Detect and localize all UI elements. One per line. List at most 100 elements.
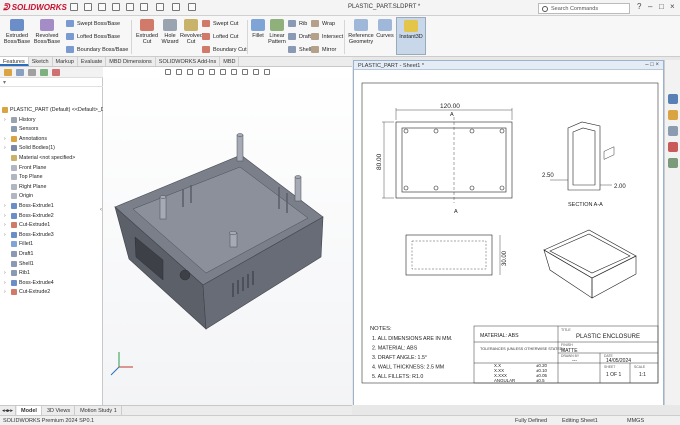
dim-width[interactable]: 120.00 (440, 103, 460, 110)
tree-item[interactable]: › Boss-Extrude4 (4, 278, 54, 287)
tab-mbd-dimensions[interactable]: MBD Dimensions (106, 57, 156, 66)
tree-item[interactable]: › Cut-Extrude1 (4, 221, 50, 230)
draft-button[interactable]: Draft (288, 33, 311, 40)
shell-button[interactable]: Shell (288, 46, 311, 53)
help-icon[interactable]: ? (637, 2, 641, 11)
expand-chevron-icon[interactable]: › (4, 117, 9, 123)
drawing-window-controls[interactable]: – □ × (645, 62, 659, 68)
dim-2-50[interactable]: 2.50 (542, 173, 554, 179)
tree-item[interactable]: › Annotations (4, 134, 47, 143)
tab-motion-study[interactable]: Motion Study 1 (76, 406, 122, 415)
wrap-button[interactable]: Wrap (311, 20, 335, 27)
boundary-cut-button[interactable]: Boundary Cut (202, 46, 247, 53)
custom-properties-icon[interactable] (668, 158, 678, 168)
swept-cut-button[interactable]: Swept Cut (202, 20, 238, 27)
expand-chevron-icon[interactable]: › (4, 289, 9, 295)
solidworks-resources-icon[interactable] (668, 94, 678, 104)
rib-button[interactable]: Rib (288, 20, 307, 27)
display-manager-icon[interactable] (52, 69, 60, 76)
tab-markup[interactable]: Markup (53, 57, 78, 66)
instant3d-button[interactable]: Instant3D (396, 17, 426, 55)
tab-3d-views[interactable]: 3D Views (43, 406, 76, 415)
solidworks-logo[interactable]: ᕲ SOLIDWORKS (3, 2, 67, 13)
tree-item[interactable]: › Boss-Extrude3 (4, 230, 54, 239)
open-folder-icon[interactable] (98, 3, 106, 11)
appearances-icon[interactable] (668, 142, 678, 152)
revolved-boss-button[interactable]: Revolved Boss/Base (33, 19, 61, 45)
tab-addins[interactable]: SOLIDWORKS Add-Ins (156, 57, 221, 66)
hole-wizard-button[interactable]: Hole Wizard (160, 19, 180, 45)
graphics-area[interactable] (103, 67, 352, 405)
file-explorer-icon[interactable] (668, 126, 678, 136)
tree-root[interactable]: PLASTIC_PART (Default) <<Default>_Displa (2, 105, 116, 114)
expand-chevron-icon[interactable]: › (4, 222, 9, 228)
expand-chevron-icon[interactable]: › (4, 203, 9, 209)
tree-item[interactable]: Front Plane (4, 163, 46, 172)
expand-chevron-icon[interactable]: › (4, 145, 9, 151)
tab-model[interactable]: Model (17, 406, 42, 415)
lofted-cut-button[interactable]: Lofted Cut (202, 33, 238, 40)
dim-height[interactable]: 80.00 (376, 153, 383, 170)
minimize-button[interactable]: – (648, 2, 652, 11)
tree-item[interactable]: Draft1 (4, 249, 33, 258)
drawing-sheet[interactable]: 120.00 80.00 A A 2.50 2.00 SECTION A-A 3… (354, 70, 663, 405)
expand-chevron-icon[interactable]: › (4, 280, 9, 286)
curves-button[interactable]: Curves (376, 19, 394, 39)
tree-filter[interactable]: ▾ (0, 78, 103, 87)
reference-geometry-button[interactable]: Reference Geometry (346, 19, 376, 45)
tree-item[interactable]: Shell1 (4, 259, 34, 268)
revolved-cut-button[interactable]: Revolved Cut (180, 19, 203, 45)
expand-chevron-icon[interactable]: › (4, 270, 9, 276)
print-icon[interactable] (126, 3, 134, 11)
tree-item[interactable]: › History (4, 115, 35, 124)
tab-scroll-icons[interactable]: ◂◂▸▸ (0, 406, 17, 415)
tree-item[interactable]: Material <not specified> (4, 153, 75, 162)
tree-item[interactable]: Origin (4, 192, 33, 201)
close-button[interactable]: × (670, 2, 675, 11)
tree-item[interactable]: › Boss-Extrude2 (4, 211, 54, 220)
restore-button[interactable]: □ (659, 2, 664, 11)
configuration-manager-icon[interactable] (28, 69, 36, 76)
home-icon[interactable] (70, 3, 78, 11)
tree-item[interactable]: › Rib1 (4, 269, 30, 278)
tab-features[interactable]: Features (0, 57, 29, 66)
tree-item[interactable]: Sensors (4, 125, 38, 134)
rebuild-icon[interactable] (172, 3, 180, 11)
tab-sketch[interactable]: Sketch (29, 57, 53, 66)
status-units[interactable]: MMGS (627, 418, 644, 424)
tree-item[interactable]: › Solid Bodies(1) (4, 144, 55, 153)
options-icon[interactable] (188, 3, 196, 11)
new-file-icon[interactable] (84, 3, 92, 11)
design-library-icon[interactable] (668, 110, 678, 120)
search-commands-input[interactable]: Search Commands (538, 3, 630, 14)
fillet-button[interactable]: Fillet (250, 19, 266, 39)
dim-2-00[interactable]: 2.00 (614, 184, 626, 190)
tree-item[interactable]: Top Plane (4, 173, 43, 182)
dim-depth[interactable]: 30.00 (502, 250, 508, 266)
tree-item[interactable]: Right Plane (4, 182, 46, 191)
extruded-boss-button[interactable]: Extruded Boss/Base (2, 19, 32, 45)
tab-evaluate[interactable]: Evaluate (78, 57, 107, 66)
save-icon[interactable] (112, 3, 120, 11)
tree-item[interactable]: Fillet1 (4, 240, 33, 249)
expand-chevron-icon[interactable]: › (4, 213, 9, 219)
expand-chevron-icon[interactable]: › (4, 136, 9, 142)
collapse-panel-icon[interactable]: ‹ (100, 207, 102, 213)
extruded-cut-button[interactable]: Extruded Cut (134, 19, 160, 45)
swept-boss-button[interactable]: Swept Boss/Base (66, 20, 120, 27)
boundary-boss-button[interactable]: Boundary Boss/Base (66, 46, 128, 53)
lofted-boss-button[interactable]: Lofted Boss/Base (66, 33, 120, 40)
tab-mbd[interactable]: MBD (220, 57, 240, 66)
expand-chevron-icon[interactable]: › (4, 232, 9, 238)
feature-manager-icon[interactable] (4, 69, 12, 76)
tree-item[interactable]: › Boss-Extrude1 (4, 201, 54, 210)
tree-item[interactable]: › Cut-Extrude2 (4, 288, 50, 297)
linear-pattern-button[interactable]: Linear Pattern (266, 19, 288, 45)
intersect-button[interactable]: Intersect (311, 33, 343, 40)
dimxpert-icon[interactable] (40, 69, 48, 76)
select-icon[interactable] (156, 3, 164, 11)
undo-icon[interactable] (140, 3, 148, 11)
property-manager-icon[interactable] (16, 69, 24, 76)
mirror-button[interactable]: Mirror (311, 46, 336, 53)
plastic-part-model[interactable] (114, 133, 324, 330)
